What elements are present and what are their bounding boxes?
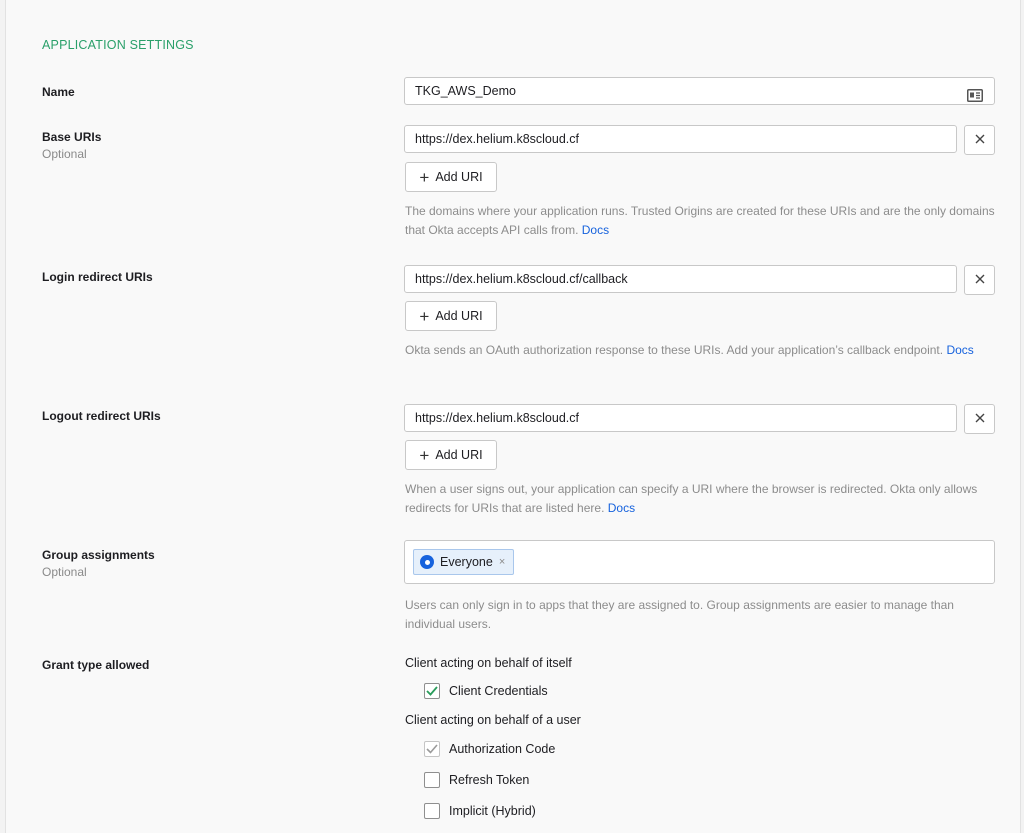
refresh-token-checkbox[interactable]: Refresh Token [424, 772, 529, 788]
checkmark-icon [426, 744, 438, 754]
name-input[interactable]: TKG_AWS_Demo [404, 77, 995, 105]
base-uri-input[interactable]: https://dex.helium.k8scloud.cf [404, 125, 957, 153]
base-uris-label: Base URIs [42, 130, 102, 144]
grant-type-label: Grant type allowed [42, 658, 150, 672]
logout-redirect-help-text: When a user signs out, your application … [405, 482, 978, 515]
plus-icon: + [419, 445, 430, 465]
close-icon [975, 273, 985, 287]
base-uris-docs-link[interactable]: Docs [582, 223, 609, 237]
logout-redirect-label: Logout redirect URIs [42, 409, 161, 423]
group-chip-label: Everyone [440, 555, 493, 569]
checkmark-icon [426, 686, 438, 696]
logout-redirect-docs-link[interactable]: Docs [608, 501, 635, 515]
self-acting-heading: Client acting on behalf of itself [405, 656, 572, 670]
section-title: APPLICATION SETTINGS [42, 38, 194, 52]
login-redirect-help: Okta sends an OAuth authorization respon… [405, 341, 997, 360]
remove-base-uri-button[interactable] [964, 125, 995, 155]
remove-login-redirect-button[interactable] [964, 265, 995, 295]
group-assignments-help: Users can only sign in to apps that they… [405, 598, 954, 631]
close-icon [975, 133, 985, 147]
group-chip-everyone[interactable]: Everyone × [413, 549, 515, 575]
id-card-icon [967, 85, 983, 111]
refresh-token-label: Refresh Token [449, 773, 530, 787]
group-assignments-optional: Optional [42, 565, 87, 579]
checkbox-box[interactable] [424, 772, 440, 788]
login-redirect-label: Login redirect URIs [42, 270, 153, 284]
logout-redirect-input[interactable]: https://dex.helium.k8scloud.cf [404, 404, 957, 432]
checkbox-box [424, 741, 440, 757]
authorization-code-checkbox: Authorization Code [424, 741, 555, 757]
login-redirect-input[interactable]: https://dex.helium.k8scloud.cf/callback [404, 265, 957, 293]
authorization-code-label: Authorization Code [449, 742, 556, 756]
client-credentials-checkbox[interactable]: Client Credentials [424, 683, 548, 699]
base-uris-help: The domains where your application runs.… [405, 202, 997, 240]
settings-panel: APPLICATION SETTINGS Name TKG_AWS_Demo B… [5, 0, 1021, 833]
logout-redirect-help: When a user signs out, your application … [405, 480, 997, 518]
client-credentials-label: Client Credentials [449, 684, 548, 698]
group-icon [420, 555, 434, 569]
checkbox-box[interactable] [424, 683, 440, 699]
group-assignments-input[interactable]: Everyone × [404, 540, 995, 584]
checkbox-box[interactable] [424, 803, 440, 819]
add-uri-label: Add URI [435, 170, 483, 184]
plus-icon: + [419, 167, 430, 187]
add-login-redirect-button[interactable]: + Add URI [405, 301, 497, 331]
base-uris-help-text: The domains where your application runs.… [405, 204, 995, 237]
add-uri-label: Add URI [435, 309, 483, 323]
group-assignments-label: Group assignments [42, 548, 155, 562]
add-uri-label: Add URI [435, 448, 483, 462]
name-label: Name [42, 85, 75, 99]
remove-logout-redirect-button[interactable] [964, 404, 995, 434]
close-icon [975, 412, 985, 426]
plus-icon: + [419, 306, 430, 326]
base-uris-optional: Optional [42, 147, 87, 161]
login-redirect-docs-link[interactable]: Docs [946, 343, 973, 357]
user-acting-heading: Client acting on behalf of a user [405, 713, 581, 727]
implicit-hybrid-label: Implicit (Hybrid) [449, 804, 536, 818]
implicit-hybrid-checkbox[interactable]: Implicit (Hybrid) [424, 803, 536, 819]
login-redirect-help-text: Okta sends an OAuth authorization respon… [405, 343, 944, 357]
name-value: TKG_AWS_Demo [415, 84, 516, 98]
remove-group-icon[interactable]: × [499, 556, 505, 568]
add-base-uri-button[interactable]: + Add URI [405, 162, 497, 192]
add-logout-redirect-button[interactable]: + Add URI [405, 440, 497, 470]
